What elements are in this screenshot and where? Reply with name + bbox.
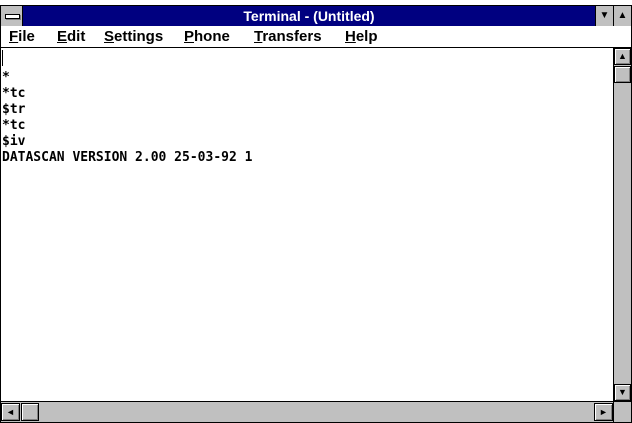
menu-phone[interactable]: Phone	[184, 26, 230, 47]
scroll-up-button[interactable]: ▲	[614, 48, 631, 65]
scroll-right-button[interactable]: ►	[594, 403, 613, 421]
terminal-line: $tr	[2, 102, 26, 117]
menu-help[interactable]: Help	[345, 26, 378, 47]
menu-phone-label: hone	[194, 28, 230, 45]
terminal-line: DATASCAN VERSION 2.00 25-03-92 1	[2, 150, 253, 165]
horizontal-scroll-thumb[interactable]	[21, 403, 39, 421]
menu-edit-mnemonic: E	[57, 28, 68, 45]
menu-help-mnemonic: H	[345, 28, 356, 45]
menu-settings-label: ettings	[114, 28, 164, 45]
menu-edit[interactable]: Edit	[57, 26, 85, 47]
menu-file[interactable]: File	[9, 26, 35, 47]
menu-phone-mnemonic: P	[184, 28, 195, 45]
window-title: Terminal - (Untitled)	[243, 8, 375, 24]
maximize-button[interactable]: ▲	[613, 6, 631, 26]
menu-help-label: elp	[355, 28, 378, 45]
menu-bar: File Edit Settings Phone Transfers Help	[1, 26, 631, 48]
vertical-scrollbar[interactable]: ▲ ▼	[613, 48, 631, 401]
menu-settings[interactable]: Settings	[104, 26, 163, 47]
scrollbar-corner	[613, 401, 631, 422]
menu-transfers[interactable]: Transfers	[254, 26, 322, 47]
terminal-line: *	[2, 70, 10, 85]
terminal-output[interactable]: * *tc $tr *tc $iv DATASCAN VERSION 2.00 …	[1, 48, 613, 401]
scroll-left-button[interactable]: ◄	[1, 403, 20, 421]
terminal-line: *tc	[2, 86, 26, 101]
title-bar[interactable]: Terminal - (Untitled) ▼ ▲	[1, 6, 631, 26]
vertical-scroll-thumb[interactable]	[614, 66, 631, 83]
menu-edit-label: dit	[67, 28, 86, 45]
horizontal-scrollbar[interactable]: ◄ ►	[1, 401, 613, 422]
scroll-down-button[interactable]: ▼	[614, 384, 631, 401]
minimize-button[interactable]: ▼	[595, 6, 613, 26]
terminal-line: $iv	[2, 134, 26, 149]
menu-file-mnemonic: F	[9, 28, 19, 45]
menu-file-label: ile	[18, 28, 35, 45]
menu-settings-mnemonic: S	[104, 28, 115, 45]
terminal-window: Terminal - (Untitled) ▼ ▲ File Edit Sett…	[0, 5, 632, 423]
system-menu-icon[interactable]	[1, 6, 23, 26]
text-caret	[2, 50, 3, 66]
menu-transfers-label: ransfers	[262, 28, 322, 45]
terminal-line: *tc	[2, 118, 26, 133]
